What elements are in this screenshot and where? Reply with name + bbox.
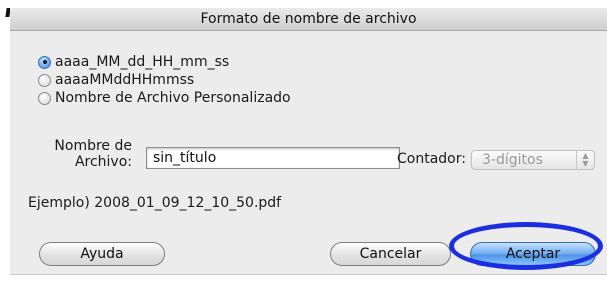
filename-label: Nombre de Archivo: [40, 138, 132, 170]
example-filename: 2008_01_09_12_10_50.pdf [94, 195, 282, 211]
radio-selected-icon[interactable] [38, 55, 51, 69]
example-prefix: Ejemplo) [28, 195, 90, 211]
radio-unselected-icon[interactable] [38, 91, 51, 105]
radio-unselected-icon[interactable] [38, 73, 51, 87]
cancel-button[interactable]: Cancelar [330, 242, 451, 266]
example-preview: Ejemplo) 2008_01_09_12_10_50.pdf [28, 195, 281, 211]
filename-input[interactable]: sin_título [146, 147, 400, 169]
counter-popup[interactable]: 3-dígitos ▲ ▼ [471, 150, 595, 170]
radio-label: aaaaMMddHHmmss [55, 72, 195, 88]
radio-option-datetime-underscore[interactable]: aaaa_MM_dd_HH_mm_ss [38, 53, 229, 71]
filename-label-line2: Archivo: [74, 154, 132, 170]
counter-value: 3-dígitos [482, 152, 543, 168]
radio-option-datetime-compact[interactable]: aaaaMMddHHmmss [38, 71, 194, 89]
dialog-title: Formato de nombre de archivo [10, 8, 607, 31]
help-button[interactable]: Ayuda [39, 242, 165, 266]
filename-label-line1: Nombre de [54, 138, 132, 154]
radio-label: Nombre de Archivo Personalizado [55, 90, 291, 106]
radio-label: aaaa_MM_dd_HH_mm_ss [55, 54, 230, 70]
radio-option-custom-name[interactable]: Nombre de Archivo Personalizado [38, 89, 291, 107]
counter-label: Contador: [397, 151, 466, 167]
updown-arrows-icon: ▲ ▼ [576, 151, 594, 169]
highlight-circle-annotation [449, 222, 603, 270]
